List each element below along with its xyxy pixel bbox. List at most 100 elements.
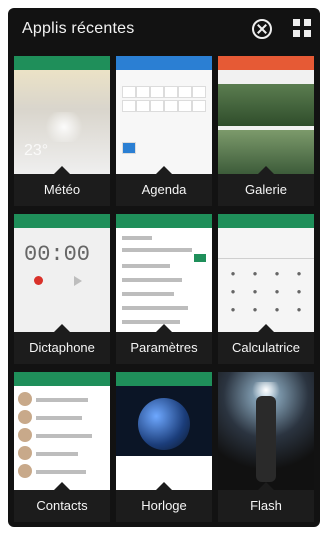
calculator-key: ● xyxy=(252,305,258,314)
calculator-key: ● xyxy=(230,269,236,278)
app-header xyxy=(116,56,212,70)
contacts-thumbnail xyxy=(14,372,110,490)
label-notch xyxy=(156,324,172,332)
app-label: Météo xyxy=(14,166,110,206)
grid-view-button[interactable] xyxy=(293,19,311,37)
flashlight-icon xyxy=(256,396,276,482)
app-label: Contacts xyxy=(14,482,110,522)
flashlight-thumbnail xyxy=(218,372,314,490)
app-label: Agenda xyxy=(116,166,212,206)
contact-name xyxy=(36,416,82,420)
app-label-text: Paramètres xyxy=(130,340,198,355)
temperature-text: 23° xyxy=(24,142,49,159)
toggle-icon xyxy=(194,254,206,262)
contact-name xyxy=(36,452,78,456)
contact-name xyxy=(36,434,92,438)
record-icon xyxy=(34,276,43,285)
calculator-thumbnail: ● ● ● ● ● ● ● ● ● ● ● ● xyxy=(218,214,314,332)
app-card-dictaphone[interactable]: 00:00 Dictaphone xyxy=(14,214,110,364)
play-icon xyxy=(74,276,82,286)
calendar-cell xyxy=(164,86,178,98)
calendar-cell xyxy=(178,86,192,98)
app-card-galerie[interactable]: Galerie xyxy=(218,56,314,206)
grid-icon xyxy=(304,30,311,37)
calendar-cell xyxy=(192,86,206,98)
app-header xyxy=(14,56,110,70)
label-notch xyxy=(54,324,70,332)
app-label: Flash xyxy=(218,482,314,522)
calculator-key: ● xyxy=(230,305,236,314)
close-all-button[interactable] xyxy=(252,19,272,39)
header: Applis récentes xyxy=(8,8,320,52)
app-card-contacts[interactable]: Contacts xyxy=(14,372,110,522)
grid-icon xyxy=(304,19,311,26)
calendar-cell xyxy=(136,86,150,98)
calculator-key: ● xyxy=(274,269,280,278)
grid-icon xyxy=(293,30,300,37)
sun-glow xyxy=(42,112,86,142)
display-separator xyxy=(218,258,314,259)
app-label-text: Contacts xyxy=(36,498,88,513)
grid-icon xyxy=(293,19,300,26)
calculator-key: ● xyxy=(252,269,258,278)
avatar xyxy=(18,392,32,406)
app-label-text: Galerie xyxy=(245,182,287,197)
calendar-cell xyxy=(192,100,206,112)
settings-line xyxy=(122,278,182,282)
app-header xyxy=(14,372,110,386)
app-label: Dictaphone xyxy=(14,324,110,364)
recorder-thumbnail: 00:00 xyxy=(14,214,110,332)
settings-line xyxy=(122,248,192,252)
app-card-flash[interactable]: Flash xyxy=(218,372,314,522)
weather-thumbnail: 23° xyxy=(14,56,110,174)
app-header xyxy=(116,372,212,386)
app-header xyxy=(14,214,110,228)
app-label: Paramètres xyxy=(116,324,212,364)
app-header xyxy=(218,214,314,228)
label-notch xyxy=(54,482,70,490)
calendar-selected-day xyxy=(122,142,136,154)
avatar xyxy=(18,446,32,460)
calendar-cell xyxy=(164,100,178,112)
label-notch xyxy=(156,166,172,174)
calendar-cell xyxy=(150,100,164,112)
app-label-text: Calculatrice xyxy=(232,340,300,355)
calculator-key: ● xyxy=(274,287,280,296)
calculator-key: ● xyxy=(296,287,302,296)
recent-apps-screen: Applis récentes 23° Météo Agenda Galerie… xyxy=(8,8,320,527)
app-card-horloge[interactable]: Horloge xyxy=(116,372,212,522)
page-title: Applis récentes xyxy=(22,20,135,37)
app-card-meteo[interactable]: 23° Météo xyxy=(14,56,110,206)
settings-line xyxy=(122,292,174,296)
calendar-thumbnail xyxy=(116,56,212,174)
clock-thumbnail xyxy=(116,372,212,490)
app-header xyxy=(116,214,212,228)
calendar-cell xyxy=(178,100,192,112)
contact-name xyxy=(36,470,86,474)
app-card-calculatrice[interactable]: ● ● ● ● ● ● ● ● ● ● ● ● Calculatrice xyxy=(218,214,314,364)
app-card-agenda[interactable]: Agenda xyxy=(116,56,212,206)
calendar-cell xyxy=(122,100,136,112)
calculator-key: ● xyxy=(296,305,302,314)
label-notch xyxy=(54,166,70,174)
app-label-text: Agenda xyxy=(141,182,187,197)
calculator-key: ● xyxy=(296,269,302,278)
app-card-parametres[interactable]: Paramètres xyxy=(116,214,212,364)
label-notch xyxy=(156,482,172,490)
app-label-text: Météo xyxy=(43,182,81,197)
app-label-text: Horloge xyxy=(141,498,187,513)
gallery-thumbnail xyxy=(218,56,314,174)
settings-line xyxy=(122,264,170,268)
settings-line xyxy=(122,236,152,240)
app-header xyxy=(218,56,314,70)
avatar xyxy=(18,464,32,478)
settings-thumbnail xyxy=(116,214,212,332)
app-label-text: Flash xyxy=(250,498,282,513)
calendar-cell xyxy=(122,86,136,98)
app-label: Horloge xyxy=(116,482,212,522)
calculator-key: ● xyxy=(252,287,258,296)
contact-name xyxy=(36,398,88,402)
photo-thumbnail xyxy=(218,84,314,126)
calculator-key: ● xyxy=(274,305,280,314)
label-notch xyxy=(258,482,274,490)
